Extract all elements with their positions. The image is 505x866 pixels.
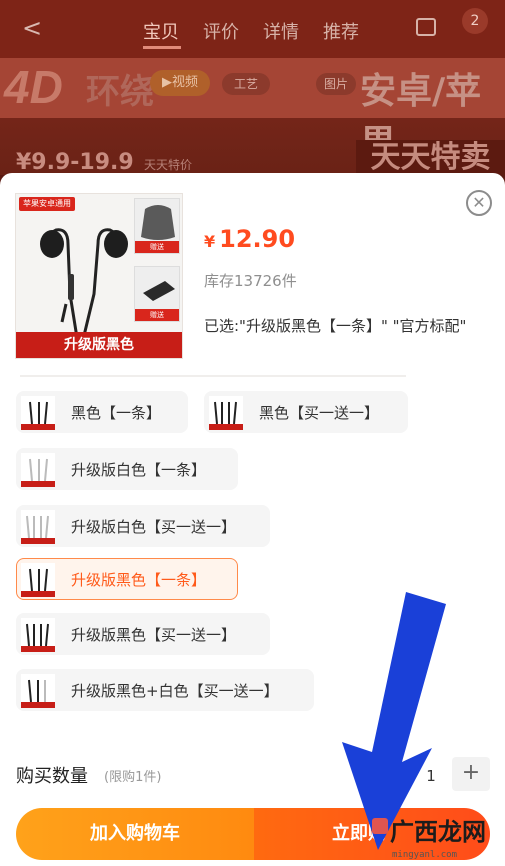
earphone-icon [21, 568, 55, 597]
tab-underline [143, 46, 181, 49]
product-nav-bar: < 宝贝 评价 详情 推荐 2 [0, 0, 505, 58]
stock-count: 库存13726件 [204, 272, 297, 290]
option-thumbnail [209, 396, 243, 430]
option-label: 升级版黑色+白色【买一送一】 [71, 682, 279, 700]
add-to-cart-button[interactable]: 加入购物车 [16, 808, 254, 860]
compat-tag: 苹果安卓通用 [19, 197, 75, 211]
option-white-upgraded-single[interactable]: 升级版白色【一条】 [16, 448, 238, 490]
gift-label: 赠送 [135, 241, 179, 253]
thumbnail-caption: 升级版黑色 [16, 332, 182, 358]
gift-clip-image: 赠送 [134, 266, 180, 322]
banner-title: 环绕 [86, 72, 154, 112]
video-button[interactable]: ▶视频 [150, 70, 210, 96]
price: ¥12.90 [204, 225, 295, 253]
close-button[interactable]: ✕ [466, 190, 492, 216]
option-white-upgraded-bogo[interactable]: 升级版白色【买一送一】 [16, 505, 270, 547]
background-product-page: < 宝贝 评价 详情 推荐 2 4D 环绕 ▶视频 工艺 图片 安卓/苹果 ¥9… [0, 0, 505, 175]
quantity-label: 购买数量 [16, 766, 88, 787]
option-label: 升级版黑色【一条】 [71, 571, 207, 589]
watermark-url: mingyanl.com [392, 850, 458, 860]
earphone-icon [21, 679, 55, 708]
quantity-value[interactable]: 1 [416, 761, 446, 791]
option-thumbnail [21, 563, 55, 597]
price-range: ¥9.9-19.9 [16, 150, 134, 175]
sale-label: 天天特价 [144, 158, 193, 172]
close-icon: ✕ [472, 193, 486, 212]
option-thumbnail [21, 674, 55, 708]
earphone-icon [21, 515, 55, 544]
gift-label: 赠送 [135, 309, 179, 321]
tab-recommend[interactable]: 推荐 [323, 18, 359, 44]
promo-banner: 天天特卖 [356, 140, 505, 175]
share-icon[interactable] [416, 18, 436, 36]
product-thumbnail[interactable]: 苹果安卓通用 赠送 赠送 升级版黑色 [15, 193, 183, 359]
tab-item[interactable]: 宝贝 [143, 18, 179, 44]
watermark-text: 广西龙网 [390, 818, 486, 846]
watermark-logo-icon [372, 818, 388, 834]
option-label: 升级版白色【买一送一】 [71, 518, 237, 536]
option-black-white-bogo[interactable]: 升级版黑色+白色【买一送一】 [16, 669, 314, 711]
tab-reviews[interactable]: 评价 [203, 18, 239, 44]
option-thumbnail [21, 396, 55, 430]
quantity-plus-button[interactable]: + [452, 757, 490, 791]
option-thumbnail [21, 510, 55, 544]
tab-details[interactable]: 详情 [263, 18, 299, 44]
price-currency: ¥ [204, 232, 216, 251]
back-icon[interactable]: < [22, 14, 42, 42]
option-label: 升级版黑色【买一送一】 [71, 626, 237, 644]
sku-selector-sheet: 苹果安卓通用 赠送 赠送 升级版黑色 ✕ ¥12.90 库存13726件 已选:… [0, 173, 505, 866]
earphone-icon [209, 401, 243, 430]
quantity-limit: (限购1件) [104, 770, 162, 785]
clip-icon [143, 281, 175, 301]
option-label: 升级版白色【一条】 [71, 461, 207, 479]
watermark: 广西龙网 mingyanl.com [372, 812, 505, 866]
divider [20, 375, 406, 377]
price-value: 12.90 [219, 225, 296, 253]
option-black-bogo[interactable]: 黑色【买一送一】 [204, 391, 408, 433]
banner-4d: 4D [4, 61, 63, 113]
option-thumbnail [21, 453, 55, 487]
earphone-icon [21, 458, 55, 487]
selected-summary: 已选:"升级版黑色【一条】" "官方标配" [204, 317, 467, 335]
earphone-icon [21, 401, 55, 430]
option-label: 黑色【买一送一】 [259, 404, 380, 422]
pouch-icon [141, 205, 175, 240]
earphone-icon [21, 623, 55, 652]
option-label: 黑色【一条】 [71, 404, 162, 422]
option-black-upgraded-single[interactable]: 升级版黑色【一条】 [16, 558, 238, 600]
option-thumbnail [21, 618, 55, 652]
option-black-single[interactable]: 黑色【一条】 [16, 391, 188, 433]
option-black-upgraded-bogo[interactable]: 升级版黑色【买一送一】 [16, 613, 270, 655]
craft-button[interactable]: 工艺 [222, 73, 270, 95]
picture-button[interactable]: 图片 [316, 73, 356, 95]
cart-badge[interactable]: 2 [462, 8, 488, 34]
gift-pouch-image: 赠送 [134, 198, 180, 254]
